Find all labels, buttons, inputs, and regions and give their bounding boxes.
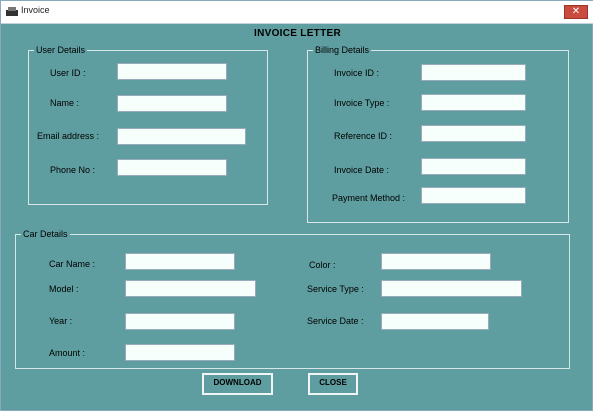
model-input[interactable]	[125, 280, 256, 297]
user-details-legend: User Details	[36, 45, 86, 55]
user-id-input[interactable]	[117, 63, 227, 80]
amount-input[interactable]	[125, 344, 235, 361]
year-input[interactable]	[125, 313, 235, 330]
car-name-input[interactable]	[125, 253, 235, 270]
user-id-label: User ID :	[50, 68, 86, 78]
invoice-window: Invoice ✕ INVOICE LETTER User Details Us…	[0, 0, 593, 411]
amount-label: Amount :	[49, 348, 86, 358]
car-details-legend: Car Details	[23, 229, 68, 239]
invoice-type-input[interactable]	[421, 94, 526, 111]
window-close-button[interactable]: ✕	[564, 5, 588, 19]
phone-input[interactable]	[117, 159, 227, 176]
payment-method-input[interactable]	[421, 187, 526, 204]
car-details-group: Car Details	[15, 229, 570, 369]
payment-method-label: Payment Method :	[332, 193, 406, 203]
service-type-input[interactable]	[381, 280, 522, 297]
car-name-label: Car Name :	[49, 259, 96, 269]
email-label: Email address :	[37, 131, 100, 141]
service-date-input[interactable]	[381, 313, 489, 330]
name-input[interactable]	[117, 95, 227, 112]
service-type-label: Service Type :	[307, 284, 364, 294]
close-button[interactable]: CLOSE	[308, 373, 358, 395]
reference-id-input[interactable]	[421, 125, 526, 142]
invoice-type-label: Invoice Type :	[334, 98, 390, 108]
name-label: Name :	[50, 98, 80, 108]
email-input[interactable]	[117, 128, 246, 145]
window-title: Invoice	[21, 5, 50, 15]
printer-icon	[6, 7, 18, 16]
invoice-id-label: Invoice ID :	[334, 68, 380, 78]
invoice-date-input[interactable]	[421, 158, 526, 175]
close-icon: ✕	[571, 6, 581, 17]
model-label: Model :	[49, 284, 79, 294]
year-label: Year :	[49, 316, 73, 326]
color-input[interactable]	[381, 253, 491, 270]
phone-label: Phone No :	[50, 165, 96, 175]
download-button[interactable]: DOWNLOAD	[202, 373, 273, 395]
invoice-id-input[interactable]	[421, 64, 526, 81]
color-label: Color :	[309, 260, 336, 270]
title-bar: Invoice ✕	[1, 1, 593, 24]
page-title: INVOICE LETTER	[254, 28, 341, 39]
billing-details-legend: Billing Details	[315, 45, 370, 55]
invoice-date-label: Invoice Date :	[334, 165, 390, 175]
reference-id-label: Reference ID :	[334, 131, 393, 141]
service-date-label: Service Date :	[307, 316, 364, 326]
